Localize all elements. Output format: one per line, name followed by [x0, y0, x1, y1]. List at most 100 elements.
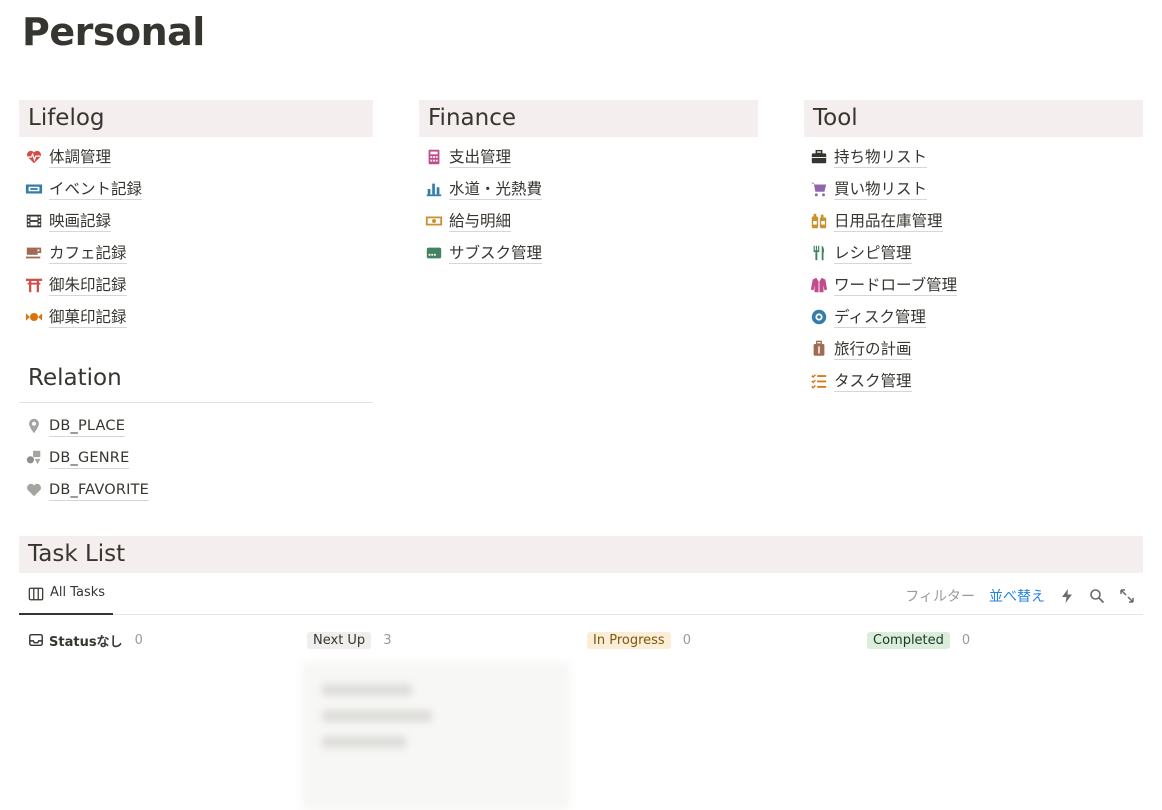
disc-icon: [809, 307, 829, 327]
view-toolbar: All Tasks フィルター 並べ替え: [19, 577, 1143, 615]
blurred-row: [322, 684, 412, 696]
relation-link-favorite[interactable]: DB_FAVORITE: [19, 474, 373, 506]
tool-link-disc[interactable]: ディスク管理: [804, 301, 1143, 333]
link-label: ワードローブ管理: [834, 275, 958, 296]
expand-icon[interactable]: [1119, 588, 1135, 604]
checklist-icon: [809, 371, 829, 391]
heart-icon: [24, 480, 44, 500]
lifelog-heading: Lifelog: [19, 100, 373, 137]
link-label: 支出管理: [449, 147, 512, 168]
group-count: 0: [134, 632, 143, 648]
finance-link-expense[interactable]: 支出管理: [419, 141, 758, 173]
link-label: 体調管理: [49, 147, 112, 168]
filter-button[interactable]: フィルター: [905, 586, 975, 606]
relation-link-place[interactable]: DB_PLACE: [19, 410, 373, 442]
lifelog-link-goshuin[interactable]: 御朱印記録: [19, 269, 373, 301]
blurred-task-card[interactable]: [302, 662, 570, 810]
link-label: タスク管理: [834, 371, 912, 392]
board-group-in-progress[interactable]: In Progress 0: [587, 628, 691, 652]
sort-button[interactable]: 並べ替え: [989, 586, 1045, 606]
tool-link-wardrobe[interactable]: ワードローブ管理: [804, 269, 1143, 301]
group-count: 0: [961, 632, 971, 648]
lifelog-links: 体調管理 イベント記録 映画記録 カフェ記録 御朱印記録 御菓印記録: [19, 137, 373, 333]
tool-link-travel[interactable]: 旅行の計画: [804, 333, 1143, 365]
relation-links: DB_PLACE DB_GENRE DB_FAVORITE: [19, 403, 373, 506]
board-group-completed[interactable]: Completed 0: [867, 628, 970, 652]
lifelog-link-event[interactable]: イベント記録: [19, 173, 373, 205]
tool-link-shopping[interactable]: 買い物リスト: [804, 173, 1143, 205]
finance-link-subscription[interactable]: サブスク管理: [419, 237, 758, 269]
heart-pulse-icon: [24, 147, 44, 167]
finance-link-utility[interactable]: 水道・光熱費: [419, 173, 758, 205]
finance-column: Finance 支出管理 水道・光熱費 給与明細 サブスク管理: [419, 100, 758, 269]
money-icon: [424, 211, 444, 231]
blurred-row: [322, 736, 406, 748]
tool-link-recipe[interactable]: レシピ管理: [804, 237, 1143, 269]
link-label: 水道・光熱費: [449, 179, 543, 200]
task-list-heading: Task List: [19, 536, 1143, 573]
link-label: DB_GENRE: [49, 448, 130, 469]
shapes-icon: [24, 448, 44, 468]
relation-heading: Relation: [19, 359, 373, 403]
link-label: 買い物リスト: [834, 179, 928, 200]
link-label: レシピ管理: [834, 243, 912, 264]
page-title: Personal: [22, 10, 205, 54]
coffee-icon: [24, 243, 44, 263]
view-tab-label: All Tasks: [50, 585, 106, 600]
film-icon: [24, 211, 44, 231]
cart-icon: [809, 179, 829, 199]
tool-links: 持ち物リスト 買い物リスト 日用品在庫管理 レシピ管理 ワードローブ管理 ディス…: [804, 137, 1143, 397]
link-label: サブスク管理: [449, 243, 543, 264]
link-label: 日用品在庫管理: [834, 211, 943, 232]
view-tab-all-tasks[interactable]: All Tasks: [19, 577, 114, 615]
tool-column: Tool 持ち物リスト 買い物リスト 日用品在庫管理 レシピ管理 ワードローブ管…: [804, 100, 1143, 397]
task-board: Statusなし 0 Next Up 3 In Progress 0 Compl…: [19, 628, 1143, 810]
link-label: 御菓印記録: [49, 307, 127, 328]
jacket-icon: [809, 275, 829, 295]
link-label: 給与明細: [449, 211, 512, 232]
group-label: Statusなし: [49, 634, 123, 650]
inbox-icon: [27, 631, 45, 649]
finance-heading: Finance: [419, 100, 758, 137]
link-label: 映画記録: [49, 211, 112, 232]
search-icon[interactable]: [1089, 588, 1105, 604]
finance-link-salary[interactable]: 給与明細: [419, 205, 758, 237]
group-count: 0: [682, 632, 691, 648]
link-label: ディスク管理: [834, 307, 926, 328]
group-label: In Progress: [587, 631, 671, 649]
group-label: Completed: [867, 631, 950, 649]
group-label: Next Up: [307, 631, 372, 649]
lifelog-column: Lifelog 体調管理 イベント記録 映画記録 カフェ記録 御朱印記録 御菓印…: [19, 100, 373, 506]
finance-links: 支出管理 水道・光熱費 給与明細 サブスク管理: [419, 137, 758, 269]
blurred-row: [322, 710, 432, 722]
relation-link-genre[interactable]: DB_GENRE: [19, 442, 373, 474]
fork-knife-icon: [809, 243, 829, 263]
calculator-icon: [424, 147, 444, 167]
bottles-icon: [809, 211, 829, 231]
location-pin-icon: [24, 416, 44, 436]
tool-link-tasks[interactable]: タスク管理: [804, 365, 1143, 397]
lifelog-link-gokain[interactable]: 御菓印記録: [19, 301, 373, 333]
lifelog-link-movie[interactable]: 映画記録: [19, 205, 373, 237]
no-status-tag: Statusなし: [27, 631, 123, 650]
lifelog-link-health[interactable]: 体調管理: [19, 141, 373, 173]
torii-icon: [24, 275, 44, 295]
ticket-icon: [24, 179, 44, 199]
card-icon: [424, 243, 444, 263]
link-label: DB_PLACE: [49, 416, 126, 437]
view-tools: フィルター 並べ替え: [905, 586, 1135, 606]
tool-link-belongings[interactable]: 持ち物リスト: [804, 141, 1143, 173]
lifelog-link-cafe[interactable]: カフェ記録: [19, 237, 373, 269]
link-label: 旅行の計画: [834, 339, 912, 360]
bar-chart-icon: [424, 179, 444, 199]
group-count: 3: [383, 632, 392, 648]
link-label: イベント記録: [49, 179, 143, 200]
link-label: 御朱印記録: [49, 275, 127, 296]
board-group-no-status[interactable]: Statusなし 0: [27, 628, 143, 652]
board-view-icon: [27, 585, 45, 603]
briefcase-icon: [809, 147, 829, 167]
board-group-next-up[interactable]: Next Up 3: [307, 628, 391, 652]
tool-link-stock[interactable]: 日用品在庫管理: [804, 205, 1143, 237]
tool-heading: Tool: [804, 100, 1143, 137]
automation-bolt-icon[interactable]: [1059, 588, 1075, 604]
